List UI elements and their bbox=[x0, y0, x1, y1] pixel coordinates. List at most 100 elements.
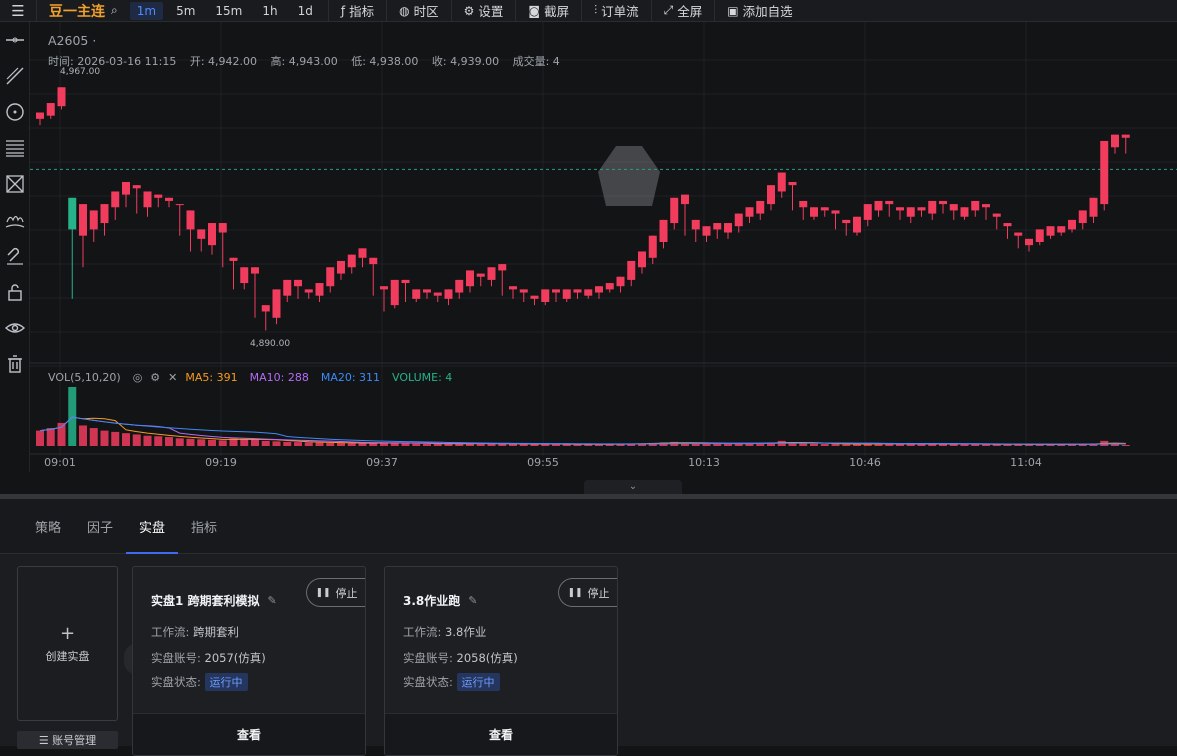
candle-body bbox=[627, 260, 636, 280]
tab-live[interactable]: 实盘 bbox=[126, 499, 179, 554]
view-button[interactable]: 查看 bbox=[385, 713, 617, 755]
volume-bar bbox=[906, 444, 915, 446]
tab-factor[interactable]: 因子 bbox=[74, 499, 126, 554]
bookmark-icon: ▣ bbox=[727, 3, 739, 18]
candle-body bbox=[132, 185, 141, 189]
candlestick-chart[interactable]: 4,967.004,890.0009:01 09:19 09:37 09:55 10:1… bbox=[30, 22, 1177, 476]
stop-button[interactable]: ❚❚ 停止 bbox=[558, 578, 617, 607]
candle-body bbox=[175, 204, 184, 206]
add-watchlist-button[interactable]: ▣ 添加自选 bbox=[714, 0, 804, 22]
fib-lines-icon[interactable] bbox=[0, 130, 30, 166]
lock-icon[interactable] bbox=[0, 274, 30, 310]
fullscreen-button[interactable]: ⤢ 全屏 bbox=[650, 0, 715, 22]
vol-title: VOL(5,10,20) bbox=[48, 371, 121, 384]
ma10-value: MA10: 288 bbox=[249, 371, 309, 384]
timeframe-1d[interactable]: 1d bbox=[291, 2, 320, 20]
volume-bar bbox=[358, 443, 367, 446]
indicator-button[interactable]: ƒ 指标 bbox=[327, 0, 386, 22]
candle-body bbox=[691, 219, 700, 230]
volume-bar bbox=[68, 387, 77, 446]
search-icon[interactable]: ⌕ bbox=[111, 3, 118, 18]
tab-indicator[interactable]: 指标 bbox=[178, 499, 230, 554]
candle-body bbox=[208, 223, 216, 246]
candle-body bbox=[68, 197, 77, 230]
trend-line-icon[interactable] bbox=[0, 58, 30, 94]
candle-body bbox=[928, 200, 937, 214]
timeframe-1h[interactable]: 1h bbox=[255, 2, 284, 20]
volume-bar bbox=[100, 430, 109, 446]
account-manage-button[interactable]: ☰ 账号管理 bbox=[17, 731, 118, 749]
edit-icon[interactable]: ✎ bbox=[468, 594, 477, 607]
symbol-selector[interactable]: 豆一主连 ⌕ bbox=[36, 0, 124, 22]
hide-eye-icon[interactable]: ◎ bbox=[133, 371, 143, 384]
candle-body bbox=[595, 286, 603, 293]
volume-bar bbox=[218, 440, 227, 446]
candle-body bbox=[820, 207, 829, 211]
pattern-icon[interactable] bbox=[0, 166, 30, 202]
collapse-panel-toggle[interactable]: ⌄ bbox=[584, 480, 682, 494]
workflow-row: 工作流: 3.8作业 bbox=[403, 624, 486, 640]
candle-body bbox=[423, 289, 431, 293]
candle-body bbox=[1046, 226, 1055, 236]
candle-body bbox=[487, 267, 496, 280]
ohlc-readout: 时间: 2026-03-16 11:15 开: 4,942.00 高: 4,94… bbox=[48, 53, 570, 69]
volume-bar bbox=[122, 433, 130, 446]
account-row: 实盘账号: 2058(仿真) bbox=[403, 650, 518, 666]
status-badge: 运行中 bbox=[456, 673, 500, 691]
candle-body bbox=[218, 223, 227, 233]
timeframe-15m[interactable]: 15m bbox=[208, 2, 249, 20]
watermark-logo bbox=[598, 146, 660, 206]
edit-icon[interactable]: ✎ bbox=[268, 594, 277, 607]
candle-body bbox=[197, 229, 206, 239]
volume-bar bbox=[337, 442, 345, 446]
volume-bar bbox=[272, 441, 281, 446]
globe-icon: ◍ bbox=[399, 3, 410, 18]
workflow-label: 工作流: bbox=[403, 625, 442, 639]
plus-icon: + bbox=[59, 623, 76, 644]
volume-value: VOLUME: 4 bbox=[392, 371, 453, 384]
volume-bar bbox=[89, 428, 98, 446]
volume-bar bbox=[208, 439, 216, 446]
create-live-card[interactable]: + 创建实盘 bbox=[17, 566, 118, 721]
volume-bar bbox=[36, 430, 44, 446]
view-button[interactable]: 查看 bbox=[133, 713, 365, 755]
candle-body bbox=[638, 251, 646, 268]
gesture-icon[interactable] bbox=[0, 202, 30, 238]
timeframe-1m[interactable]: 1m bbox=[129, 1, 164, 20]
timezone-label: 时区 bbox=[413, 4, 439, 19]
tab-strategy[interactable]: 策略 bbox=[22, 499, 74, 554]
eye-icon[interactable] bbox=[0, 310, 30, 346]
candle-body bbox=[498, 264, 507, 271]
account-value: 2058(仿真) bbox=[456, 651, 518, 665]
x-tick-label: 09:55 bbox=[527, 456, 559, 469]
candle-body bbox=[1003, 223, 1012, 227]
chart-area[interactable]: 4,967.00 4,890.00 09:01 09:19 09:37 09:55 10:1… bbox=[30, 22, 1177, 476]
gear-icon[interactable]: ⚙ bbox=[150, 371, 160, 384]
magnet-icon[interactable] bbox=[0, 238, 30, 274]
close-icon[interactable]: ✕ bbox=[168, 371, 177, 384]
volume-bar bbox=[530, 444, 539, 446]
menu-icon[interactable]: ☰ bbox=[0, 0, 36, 22]
candle-body bbox=[143, 191, 152, 208]
trash-icon[interactable] bbox=[0, 346, 30, 382]
x-tick-label: 10:13 bbox=[688, 456, 720, 469]
stop-button[interactable]: ❚❚ 停止 bbox=[306, 578, 365, 607]
horizontal-line-icon[interactable] bbox=[0, 22, 30, 58]
fullscreen-icon: ⤢ bbox=[663, 3, 674, 17]
candle-body bbox=[681, 194, 689, 205]
timeframe-5m[interactable]: 5m bbox=[169, 2, 202, 20]
timezone-button[interactable]: ◍ 时区 bbox=[386, 0, 451, 22]
candle-body bbox=[810, 207, 818, 217]
candle-body bbox=[939, 200, 947, 205]
candle-body bbox=[584, 289, 593, 296]
volume-bar bbox=[831, 443, 840, 446]
contract-label: A2605 · bbox=[48, 33, 97, 48]
candle-body bbox=[36, 112, 44, 119]
screenshot-button[interactable]: ◙ 截屏 bbox=[515, 0, 581, 22]
circle-icon[interactable] bbox=[0, 94, 30, 130]
volume-bar bbox=[175, 438, 184, 446]
settings-button[interactable]: ⚙ 设置 bbox=[450, 0, 516, 22]
ma20-value: MA20: 311 bbox=[320, 371, 381, 384]
order-flow-button[interactable]: ⫶ 订单流 bbox=[581, 0, 651, 22]
status-row: 实盘状态: 运行中 bbox=[151, 673, 248, 691]
